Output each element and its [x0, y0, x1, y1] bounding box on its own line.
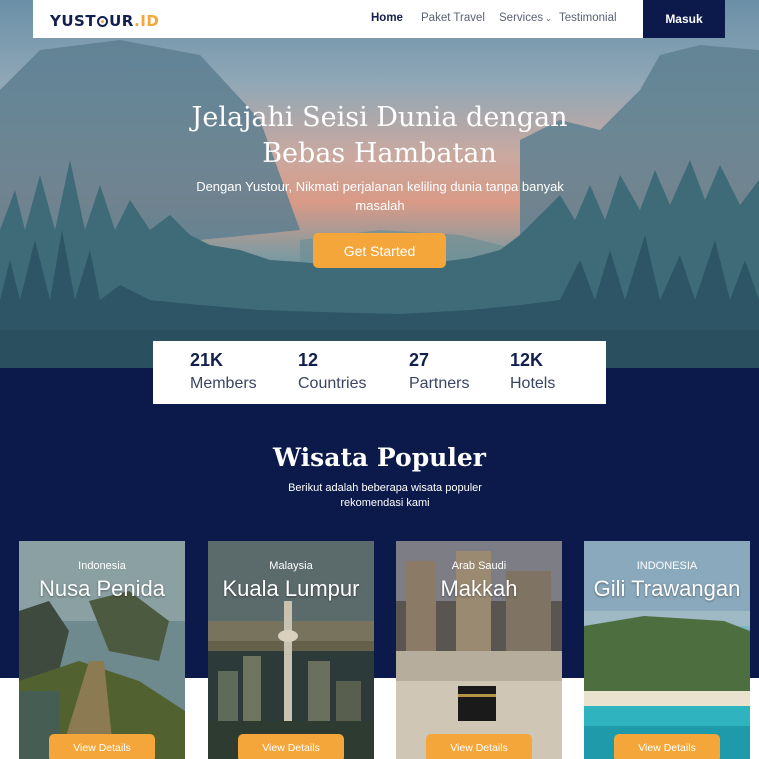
page: Jelajahi Seisi Dunia dengan Bebas Hambat…: [0, 0, 759, 759]
stat-partners: 27 Partners: [409, 349, 469, 397]
card-title: Gili Trawangan: [593, 576, 741, 601]
stat-label: Countries: [298, 375, 367, 392]
card-image: [19, 541, 185, 759]
stat-value: 21K: [190, 350, 224, 370]
logo-text-accent: .ID: [134, 12, 160, 30]
get-started-button[interactable]: Get Started: [313, 233, 446, 268]
hero-section: Jelajahi Seisi Dunia dengan Bebas Hambat…: [0, 0, 759, 368]
hero-subtitle: Dengan Yustour, Nikmati perjalanan kelil…: [196, 179, 564, 213]
card-country: Malaysia: [269, 560, 313, 572]
card-title: Nusa Penida: [39, 576, 165, 601]
login-button[interactable]: Masuk: [643, 0, 725, 38]
stat-value: 12K: [510, 350, 544, 370]
hero-title-line2: Bebas Hambatan: [262, 138, 497, 169]
section-subtitle: Berikut adalah beberapa wisata populer r…: [288, 482, 482, 509]
destination-card-gili-trawangan[interactable]: INDONESIA Gili Trawangan View Details: [584, 541, 750, 759]
view-details-button[interactable]: View Details: [426, 734, 532, 759]
view-details-button[interactable]: View Details: [614, 734, 720, 759]
stat-members: 21K Members: [190, 349, 257, 397]
stat-label: Hotels: [510, 375, 556, 392]
card-title: Kuala Lumpur: [222, 576, 360, 601]
card-country: Indonesia: [78, 560, 126, 572]
nav-link-services-label: Services: [499, 12, 544, 24]
stat-label: Partners: [409, 375, 470, 392]
stats-bar: 21K Members 12 Countries 27 Partners 12K…: [153, 341, 606, 404]
card-country: Arab Saudi: [451, 560, 507, 572]
stat-label: Members: [190, 375, 257, 392]
logo-text-main: YUST: [50, 12, 97, 30]
chevron-down-icon: ⌄: [545, 14, 552, 23]
stat-hotels: 12K Hotels: [510, 349, 555, 397]
brand-logo[interactable]: YUST UR.ID: [50, 12, 159, 30]
section-title: Wisata Populer: [273, 443, 486, 472]
view-details-button[interactable]: View Details: [49, 734, 155, 759]
destination-card-nusa-penida[interactable]: Indonesia Nusa Penida View Details: [19, 541, 185, 759]
hero-title-line1: Jelajahi Seisi Dunia dengan: [191, 102, 568, 133]
nav-link-services[interactable]: Services ⌄: [499, 12, 552, 24]
card-country: INDONESIA: [636, 560, 698, 572]
top-navbar: YUST UR.ID Home Paket Travel Services ⌄ Te…: [33, 0, 725, 38]
hero-title: Jelajahi Seisi Dunia dengan Bebas Hambat…: [0, 100, 759, 172]
stat-countries: 12 Countries: [298, 349, 366, 397]
view-details-button[interactable]: View Details: [238, 734, 344, 759]
card-image: [208, 541, 374, 759]
destination-card-makkah[interactable]: Arab Saudi Makkah View Details: [396, 541, 562, 759]
compass-icon: [97, 16, 109, 27]
nav-link-home[interactable]: Home: [371, 12, 403, 24]
card-title: Makkah: [440, 576, 518, 601]
stat-value: 27: [409, 350, 430, 370]
nav-link-paket-travel[interactable]: Paket Travel: [421, 12, 485, 24]
card-image: [584, 541, 750, 759]
nav-link-testimonial[interactable]: Testimonial: [559, 12, 617, 24]
logo-text-after: UR: [109, 12, 135, 30]
destination-card-kuala-lumpur[interactable]: Malaysia Kuala Lumpur View Details: [208, 541, 374, 759]
stat-value: 12: [298, 350, 319, 370]
card-image: [396, 541, 562, 759]
